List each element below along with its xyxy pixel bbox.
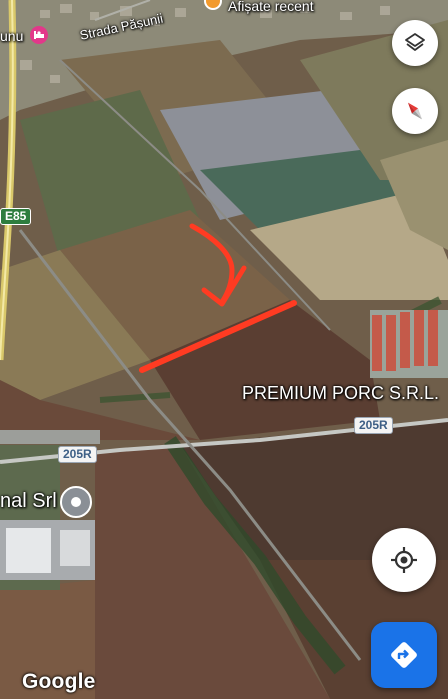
recent-label[interactable]: Afișate recent	[228, 0, 314, 14]
satellite-map[interactable]	[0, 0, 448, 699]
premium-porc-label[interactable]: PREMIUM PORC S.R.L.	[242, 383, 439, 404]
road-shield-e85: E85	[0, 208, 32, 225]
hotel-icon[interactable]	[30, 26, 48, 44]
place-pin-icon[interactable]	[60, 486, 92, 518]
directions-button[interactable]	[371, 622, 437, 688]
compass-icon	[407, 102, 423, 120]
compass-button[interactable]	[392, 88, 438, 134]
road-shield-205r-right: 205R	[354, 417, 393, 434]
google-attribution: Google	[22, 670, 96, 693]
my-location-button[interactable]	[372, 528, 436, 592]
layers-icon	[405, 33, 425, 51]
layers-button[interactable]	[392, 20, 438, 66]
place-label-cut[interactable]: unu	[0, 28, 23, 44]
my-location-icon	[391, 547, 417, 573]
directions-icon	[391, 642, 417, 668]
road-shield-205r-left: 205R	[58, 446, 97, 463]
company-label-cut[interactable]: nal Srl	[0, 490, 57, 513]
